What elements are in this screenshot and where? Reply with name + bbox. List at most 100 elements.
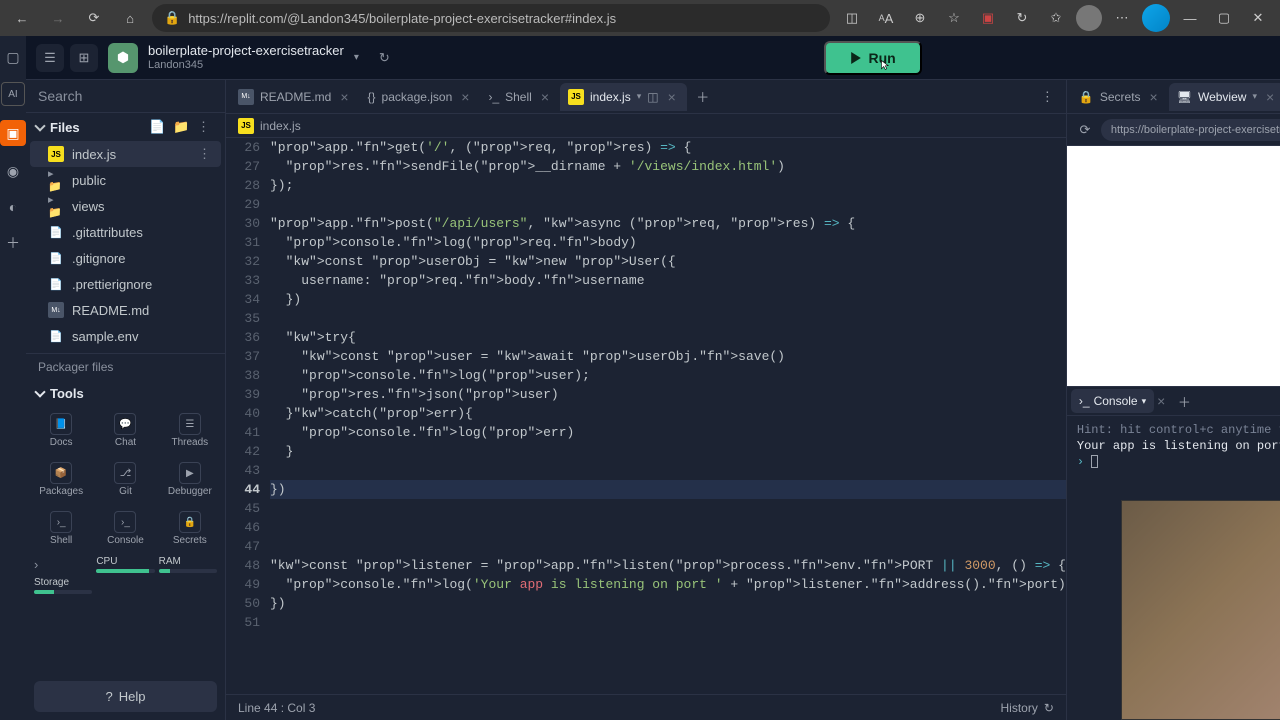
url-bar[interactable]: 🔒 https://replit.com/@Landon345/boilerpl… <box>152 4 830 32</box>
file-item--gitattributes[interactable]: 📄.gitattributes <box>26 219 225 245</box>
webview-content[interactable] <box>1067 146 1280 386</box>
right-pane: 🔒 Secrets×🖥 Webview ▾×＋⋮ ⟳ https://boile… <box>1066 80 1280 720</box>
file-item-README-md[interactable]: M↓README.md <box>26 297 225 323</box>
more-icon[interactable]: ⋮ <box>198 146 211 162</box>
tool-git[interactable]: ⎇Git <box>94 456 156 503</box>
home-button[interactable]: ⌂ <box>116 4 144 32</box>
repl-name[interactable]: boilerplate-project-exercisetracker <box>148 43 344 59</box>
right-tabs: 🔒 Secrets×🖥 Webview ▾×＋⋮ <box>1067 80 1280 114</box>
rail-ai-icon[interactable]: AI <box>1 82 25 106</box>
help-button[interactable]: ? Help <box>34 681 217 712</box>
help-icon: ? <box>106 689 113 704</box>
repl-owner[interactable]: Landon345 <box>148 59 344 72</box>
more-icon[interactable]: ⋯ <box>1108 4 1136 32</box>
tool-threads[interactable]: ☰Threads <box>159 407 221 454</box>
tab-close-icon[interactable]: × <box>665 89 679 105</box>
browser-chrome: ← → ⟳ ⌂ 🔒 https://replit.com/@Landon345/… <box>0 0 1280 36</box>
tab-readme-md[interactable]: M↓README.md× <box>230 83 360 111</box>
search-input[interactable]: Search <box>26 80 225 113</box>
run-button[interactable]: Run <box>824 41 921 75</box>
tab-close-icon[interactable]: × <box>337 89 351 105</box>
favorite-icon[interactable]: ☆ <box>940 4 968 32</box>
tool-console[interactable]: ›_Console <box>94 505 156 552</box>
resource-ram: RAM <box>159 556 217 573</box>
chevron-down-icon[interactable]: ▾ <box>1142 396 1147 407</box>
tab-close-icon[interactable]: × <box>538 89 552 105</box>
favorites-icon[interactable]: ✩ <box>1042 4 1070 32</box>
tab-close-icon[interactable]: × <box>1154 393 1168 409</box>
tab-secrets[interactable]: 🔒 Secrets× <box>1071 83 1169 111</box>
extension-icon[interactable]: ▣ <box>974 4 1002 32</box>
minimize-icon[interactable]: — <box>1176 4 1204 32</box>
packager-section[interactable]: Packager files <box>26 353 225 380</box>
add-tab-icon[interactable]: ＋ <box>1172 389 1196 413</box>
dropdown-icon[interactable]: ▾ <box>354 52 359 63</box>
tool-packages[interactable]: 📦Packages <box>30 456 92 503</box>
back-button[interactable]: ← <box>8 4 36 32</box>
play-icon <box>850 52 862 64</box>
file-icon: 📄 <box>48 328 64 344</box>
tab-close-icon[interactable]: × <box>1263 89 1277 105</box>
chat-icon: 💬 <box>114 413 136 435</box>
shell-icon: ›_ <box>50 511 72 533</box>
forward-button[interactable]: → <box>44 4 72 32</box>
file-item-public[interactable]: ▸ 📁public <box>26 167 225 193</box>
zoom-icon[interactable]: ⊕ <box>906 4 934 32</box>
rail-add-icon[interactable]: ＋ <box>2 232 24 254</box>
expand-icon[interactable]: › <box>34 556 92 573</box>
console-tabs: ›_ Console ▾ × ＋ ⋮ <box>1067 386 1280 416</box>
chevron-down-icon[interactable] <box>34 386 45 397</box>
tab-close-icon[interactable]: × <box>1147 89 1161 105</box>
new-folder-icon[interactable]: 📁 <box>173 119 191 135</box>
split-icon[interactable]: ◫ <box>647 90 658 104</box>
console-tab[interactable]: ›_ Console ▾ <box>1071 389 1154 413</box>
tab-close-icon[interactable]: × <box>458 89 472 105</box>
text-size-icon[interactable]: AA <box>872 4 900 32</box>
file-item--prettierignore[interactable]: 📄.prettierignore <box>26 271 225 297</box>
reload-icon[interactable]: ⟳ <box>1075 120 1095 140</box>
close-window-icon[interactable]: ✕ <box>1244 4 1272 32</box>
new-file-icon[interactable]: 📄 <box>149 119 167 135</box>
tab-shell[interactable]: ›_Shell× <box>480 83 560 111</box>
layout-icon[interactable]: ⊞ <box>70 44 98 72</box>
folder-icon: ▸ 📁 <box>48 198 64 214</box>
code-editor[interactable]: 2627282930313233343536373839404142434445… <box>226 138 1066 694</box>
sync-status-icon: ↻ <box>379 50 390 66</box>
tab-more-icon[interactable]: ⋮ <box>1033 89 1062 105</box>
file-item--gitignore[interactable]: 📄.gitignore <box>26 245 225 271</box>
more-icon[interactable]: ⋮ <box>197 119 215 135</box>
files-label: Files <box>50 120 143 135</box>
file-item-views[interactable]: ▸ 📁views <box>26 193 225 219</box>
history-button[interactable]: History <box>1001 701 1038 715</box>
sync-icon[interactable]: ↻ <box>1008 4 1036 32</box>
add-tab-icon[interactable]: ＋ <box>691 85 715 109</box>
rail-github2-icon[interactable]: ◐ <box>2 196 24 218</box>
panel-icon[interactable]: ◫ <box>838 4 866 32</box>
tool-shell[interactable]: ›_Shell <box>30 505 92 552</box>
console-body[interactable]: Hint: hit control+c anytime to enter REP… <box>1067 416 1280 720</box>
tool-docs[interactable]: 📘Docs <box>30 407 92 454</box>
debugger-icon: ▶ <box>179 462 201 484</box>
file-item-index-js[interactable]: JSindex.js⋮ <box>30 141 221 167</box>
md-icon: M↓ <box>48 302 64 318</box>
rail-github-icon[interactable]: ◉ <box>2 160 24 182</box>
tool-debugger[interactable]: ▶Debugger <box>159 456 221 503</box>
rail-repl-icon[interactable]: ▣ <box>0 120 26 146</box>
sidebar-toggle-icon[interactable]: ☰ <box>36 44 64 72</box>
cursor-position: Line 44 : Col 3 <box>238 701 315 715</box>
file-item-sample-env[interactable]: 📄sample.env <box>26 323 225 349</box>
tool-secrets[interactable]: 🔒Secrets <box>159 505 221 552</box>
rail-home-icon[interactable]: ▢ <box>2 46 24 68</box>
profile-avatar[interactable] <box>1076 5 1102 31</box>
bing-icon[interactable] <box>1142 4 1170 32</box>
js-icon: JS <box>48 146 64 162</box>
maximize-icon[interactable]: ▢ <box>1210 4 1238 32</box>
chevron-down-icon[interactable] <box>34 120 45 131</box>
tool-chat[interactable]: 💬Chat <box>94 407 156 454</box>
tab-webview[interactable]: 🖥 Webview ▾× <box>1169 83 1280 111</box>
tab-index-js[interactable]: JSindex.js▾◫× <box>560 83 687 111</box>
reload-button[interactable]: ⟳ <box>80 4 108 32</box>
tab-package-json[interactable]: {}package.json× <box>360 83 481 111</box>
terminal-icon: ›_ <box>1079 394 1090 408</box>
webview-url[interactable]: https://boilerplate-project-exercisetrac… <box>1101 119 1280 141</box>
